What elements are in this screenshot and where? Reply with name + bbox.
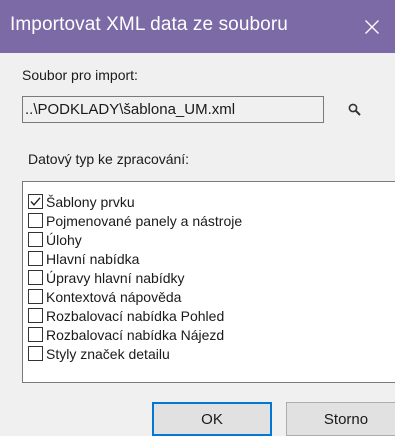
browse-button[interactable] (344, 99, 366, 121)
checkbox[interactable] (28, 308, 43, 323)
window-title: Importovat XML data ze souboru (10, 14, 288, 35)
ok-button[interactable]: OK (152, 402, 272, 436)
checkmark-icon (30, 197, 41, 206)
list-item-label: Styly značek detailu (46, 345, 170, 362)
list-item[interactable]: Šablony prvku (28, 192, 135, 211)
data-type-label: Datový typ ke zpracování: (28, 151, 190, 167)
list-item-label: Úlohy (46, 231, 82, 248)
cancel-button[interactable]: Storno (286, 402, 395, 436)
list-item-label: Pojmenované panely a nástroje (46, 212, 243, 229)
close-icon (365, 19, 379, 34)
close-button[interactable] (349, 0, 395, 53)
list-item-label: Rozbalovací nabídka Nájezd (46, 326, 225, 343)
list-item[interactable]: Kontextová nápověda (28, 287, 181, 306)
checkbox[interactable] (28, 251, 43, 266)
checkbox[interactable] (28, 289, 43, 304)
checkbox[interactable] (28, 270, 43, 285)
checkbox[interactable] (28, 194, 43, 209)
import-path-field[interactable]: ..\PODKLADY\šablona_UM.xml (22, 96, 324, 123)
list-item[interactable]: Hlavní nabídka (28, 249, 139, 268)
title-bar: Importovat XML data ze souboru (0, 0, 395, 53)
import-file-label: Soubor pro import: (22, 67, 138, 83)
data-type-list[interactable]: Šablony prvku Pojmenované panely a nástr… (22, 181, 395, 383)
list-item-label: Šablony prvku (46, 193, 135, 210)
list-item-label: Kontextová nápověda (46, 288, 182, 305)
list-item[interactable]: Úpravy hlavní nabídky (28, 268, 185, 287)
checkbox[interactable] (28, 346, 43, 361)
list-item-label: Úpravy hlavní nabídky (46, 269, 185, 286)
list-item[interactable]: Pojmenované panely a nástroje (28, 211, 242, 230)
list-item[interactable]: Rozbalovací nabídka Nájezd (28, 325, 224, 344)
search-icon (348, 103, 361, 116)
list-item[interactable]: Rozbalovací nabídka Pohled (28, 306, 224, 325)
checkbox[interactable] (28, 327, 43, 342)
list-item[interactable]: Styly značek detailu (28, 344, 170, 363)
list-item[interactable]: Úlohy (28, 230, 82, 249)
checkbox[interactable] (28, 232, 43, 247)
list-item-label: Rozbalovací nabídka Pohled (46, 307, 225, 324)
list-item-label: Hlavní nabídka (46, 250, 140, 267)
checkbox[interactable] (28, 213, 43, 228)
